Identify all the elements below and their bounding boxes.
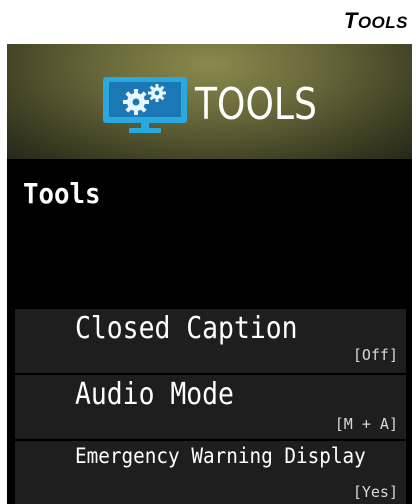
menu-item-label: Emergency Warning Display <box>75 444 366 468</box>
tools-monitor-gear-icon <box>103 77 187 133</box>
menu-item-label: Audio Mode <box>75 377 234 412</box>
menu-item-emergency-warning-display[interactable]: Emergency Warning Display [Yes] <box>15 441 406 504</box>
menu-item-value: [M + A] <box>334 415 398 433</box>
menu-item-audio-mode[interactable]: Audio Mode [M + A] <box>15 375 406 439</box>
page-header: TOOLS <box>0 0 418 44</box>
page-header-title: TOOLS <box>344 8 408 34</box>
menu-item-closed-caption[interactable]: Closed Caption [Off] <box>15 309 406 373</box>
section-title: Tools <box>23 177 101 210</box>
menu-item-value: [Yes] <box>352 483 398 501</box>
page-header-title-rest: OOLS <box>357 13 408 32</box>
banner-title: TOOLS <box>195 79 317 130</box>
tools-banner: TOOLS <box>7 44 412 159</box>
page-header-title-initial: T <box>343 8 358 33</box>
menu-item-label: Closed Caption <box>75 311 298 346</box>
tv-screen: TOOLS Tools Closed Caption [Off] Audio M… <box>7 44 412 504</box>
banner-content: TOOLS <box>101 75 344 135</box>
menu-item-value: [Off] <box>352 346 398 364</box>
